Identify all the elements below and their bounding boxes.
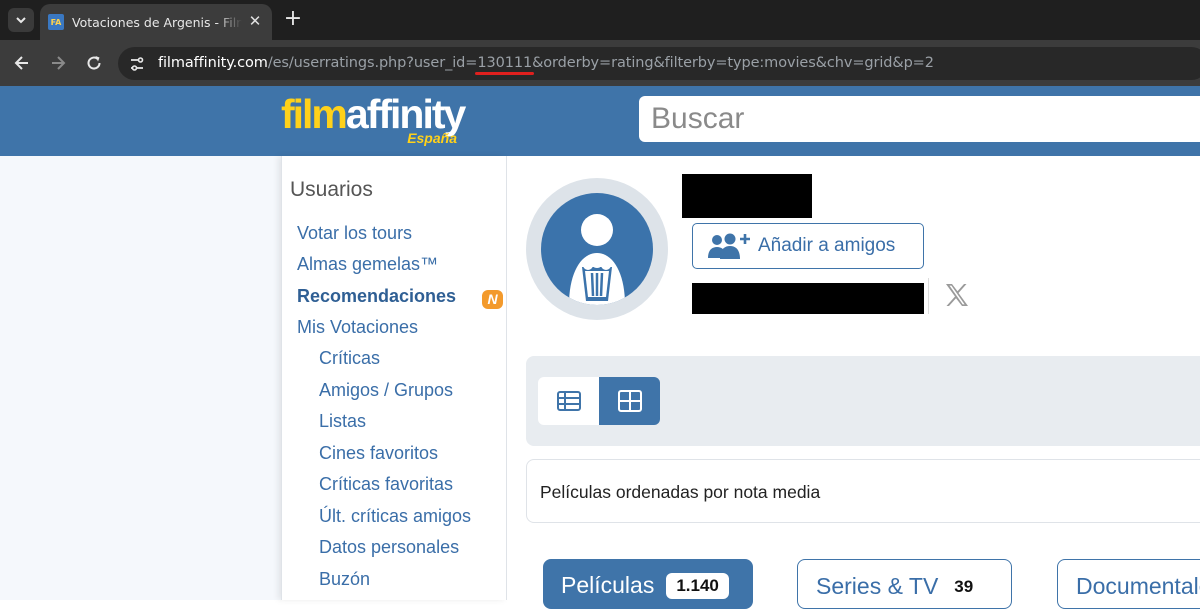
sidebar-item-buzon[interactable]: Buzón: [319, 569, 370, 590]
filmaffinity-logo[interactable]: filmaffinity España: [281, 92, 471, 148]
list-view-button[interactable]: [538, 377, 599, 425]
avatar: [526, 178, 668, 320]
search-input[interactable]: [639, 96, 1200, 142]
tab-documentales-label: Documentales: [1076, 573, 1200, 599]
x-twitter-icon[interactable]: [943, 281, 971, 309]
sidebar-item-ult-criticas-amigos[interactable]: Últ. críticas amigos: [319, 506, 471, 527]
favicon-icon: FA: [48, 14, 64, 30]
url-query: &orderby=rating&filterby=type:movies&chv…: [532, 55, 934, 71]
tab-title: Votaciones de Argenis - FilmAffinity: [72, 14, 242, 30]
tab-peliculas-label: Películas: [561, 572, 655, 598]
url-path: /es/userratings.php?user_id=: [267, 55, 478, 71]
user-sidebar: Usuarios Votar los tours Almas gemelas™ …: [281, 156, 507, 600]
tab-peliculas-count: 1.140: [666, 573, 729, 599]
search-box[interactable]: [639, 96, 1200, 142]
order-label: Películas ordenadas por nota media: [540, 482, 821, 502]
add-friend-button[interactable]: Añadir a amigos: [692, 223, 924, 269]
tab-search-button[interactable]: [8, 8, 34, 32]
reload-button[interactable]: [82, 51, 106, 75]
close-icon[interactable]: ✕: [246, 13, 264, 31]
user-popcorn-icon: [569, 214, 625, 305]
view-options-panel: [526, 356, 1200, 446]
sidebar-item-recomendaciones[interactable]: Recomendaciones: [297, 286, 456, 307]
order-selector[interactable]: Películas ordenadas por nota media: [526, 459, 1200, 523]
main-content: Añadir a amigos Películas ordenadas por …: [507, 156, 1200, 609]
table-list-icon: [556, 391, 581, 411]
sidebar-title: Usuarios: [290, 178, 373, 201]
sidebar-item-mis-votaciones[interactable]: Mis Votaciones: [297, 317, 418, 338]
url-host: filmaffinity.com: [158, 55, 268, 71]
sidebar-item-amigos-grupos[interactable]: Amigos / Grupos: [319, 380, 453, 401]
new-badge: N: [482, 290, 503, 309]
forward-button[interactable]: [46, 51, 70, 75]
new-tab-button[interactable]: +: [282, 8, 304, 30]
tab-series-tv-label: Series & TV: [816, 573, 939, 599]
redacted-info: [692, 283, 924, 314]
arrow-left-icon: [14, 56, 28, 70]
sidebar-item-cines-favoritos[interactable]: Cines favoritos: [319, 443, 438, 464]
sidebar-item-almas-gemelas[interactable]: Almas gemelas™: [297, 254, 438, 275]
chevron-down-icon: [16, 17, 26, 24]
tab-documentales[interactable]: Documentales: [1057, 559, 1200, 609]
add-friends-icon: [708, 233, 750, 259]
sidebar-item-criticas[interactable]: Críticas: [319, 348, 380, 369]
address-bar[interactable]: filmaffinity.com/es/userratings.php?user…: [118, 47, 1200, 80]
tab-series-tv-count: 39: [950, 574, 978, 600]
reload-icon: [87, 56, 101, 70]
url-user-id: 130111: [477, 55, 533, 71]
tab-series-tv[interactable]: Series & TV 39: [797, 559, 1012, 609]
add-friend-label: Añadir a amigos: [758, 235, 896, 256]
sidebar-item-criticas-favoritas[interactable]: Críticas favoritas: [319, 474, 453, 495]
site-settings-icon[interactable]: [128, 55, 146, 73]
grid-icon: [617, 390, 642, 412]
sidebar-item-datos-personales[interactable]: Datos personales: [319, 537, 459, 558]
divider: [928, 278, 929, 314]
back-button[interactable]: [10, 51, 34, 75]
url-text[interactable]: filmaffinity.com/es/userratings.php?user…: [158, 55, 934, 71]
redacted-username: [682, 174, 812, 218]
page-background: [0, 156, 281, 600]
arrow-right-icon: [52, 56, 66, 70]
view-toggle: [538, 377, 660, 425]
sidebar-item-votar-tours[interactable]: Votar los tours: [297, 223, 412, 244]
logo-film-text: film: [281, 91, 348, 137]
site-header: filmaffinity España: [0, 86, 1200, 156]
sidebar-item-listas[interactable]: Listas: [319, 411, 366, 432]
browser-tabbar: FA Votaciones de Argenis - FilmAffinity …: [0, 0, 1200, 40]
logo-region: España: [407, 130, 457, 146]
browser-toolbar: filmaffinity.com/es/userratings.php?user…: [0, 40, 1200, 86]
browser-tab-active[interactable]: FA Votaciones de Argenis - FilmAffinity …: [40, 4, 272, 40]
tab-peliculas[interactable]: Películas 1.140: [543, 559, 753, 609]
grid-view-button[interactable]: [599, 377, 660, 425]
